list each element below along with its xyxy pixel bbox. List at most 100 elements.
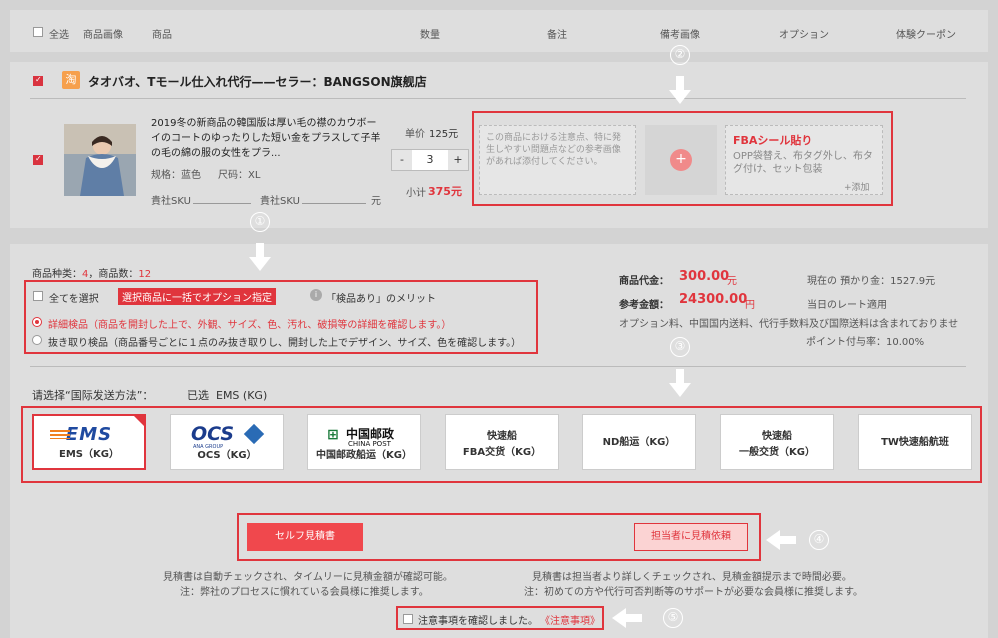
shipping-nd[interactable]: ND船运（KG） — [582, 414, 696, 470]
select-all-products-checkbox[interactable] — [33, 291, 43, 301]
arrow-3-stem — [676, 369, 684, 383]
goods-price-unit: 元 — [727, 276, 737, 287]
arrow-3-head — [669, 383, 691, 397]
sku-input-1[interactable] — [193, 203, 251, 204]
select-all-products-label[interactable]: 全てを選択 — [49, 290, 99, 305]
arrow-4-head — [766, 530, 780, 550]
sample-inspection-radio[interactable] — [32, 335, 42, 345]
fast-general-text: 快速船 一般交货（KG） — [721, 429, 833, 461]
qty-plus-button[interactable]: + — [448, 150, 468, 170]
goods-price: 300.00 — [679, 269, 730, 284]
staff-quote-button[interactable]: 担当者に見積依頼 — [634, 523, 748, 551]
header-qty: 数量 — [420, 30, 440, 41]
ems-label: EMS（KG） — [59, 449, 119, 460]
header-select-all: 全选 — [49, 30, 69, 41]
arrow-5-stem — [626, 614, 642, 622]
sample-inspection-label[interactable]: 抜き取り検品（商品番号ごとに１点のみ抜き取りし、開封した上でデザイン、サイズ、色… — [48, 334, 521, 349]
subtotal-label: 小计 — [406, 188, 426, 199]
shipping-ems[interactable]: EMS EMS（KG） — [32, 414, 146, 470]
option-title: FBAシール貼り — [733, 134, 813, 147]
nd-line1: ND船运（KG） — [602, 437, 676, 448]
deposit-info: 現在の 預かり金：1527.9元 — [807, 276, 936, 287]
taobao-icon: 淘 — [62, 71, 80, 89]
ref-amount-label: 参考金額： — [619, 300, 669, 311]
qty-value[interactable]: 3 — [412, 150, 448, 170]
header-coupon: 体験クーポン — [896, 30, 956, 41]
marker-3: ③ — [670, 337, 690, 357]
kinds-label: 商品种类： — [32, 269, 82, 280]
store-divider — [30, 98, 966, 99]
rate-note: 当日のレート適用 — [807, 300, 887, 311]
sku-yen: 元 — [371, 196, 381, 207]
points-rate: ポイント付与率：10.00% — [806, 337, 925, 348]
shipping-fast-fba[interactable]: 快速船 FBA交货（KG） — [445, 414, 559, 470]
product-title[interactable]: 2019冬の新商品の韓国版は厚い毛の襟のカウボーイのコートのゆったりした短い金を… — [151, 116, 386, 161]
header-product: 商品 — [152, 30, 172, 41]
china-post-icon: ⊞ — [327, 427, 339, 443]
tw-line1: TW快速船航班 — [881, 437, 949, 448]
shipping-china-post[interactable]: ⊞ 中国邮政 CHINA POST 中国邮政船运（KG） — [307, 414, 421, 470]
arrow-5-head — [612, 608, 626, 628]
staff-quote-note-2: 注：初めての方や代行可否判断等のサポートが必要な会員様に推奨します。 — [524, 587, 863, 598]
count-value: 12 — [138, 269, 152, 280]
option-add-link[interactable]: +添加 — [844, 180, 870, 193]
product-checkbox[interactable] — [33, 154, 43, 165]
unit-price: 125元 — [429, 129, 459, 140]
shipping-selected: 已选 EMS (KG) — [187, 389, 268, 402]
header-image: 商品画像 — [83, 30, 123, 41]
product-thumbnail[interactable] — [64, 124, 136, 196]
self-quote-note-2: 注：弊社のプロセスに慣れている会員様に推奨します。 — [180, 587, 429, 598]
self-quote-note-1: 見積書は自動チェックされ、タイムリーに見積金額が確認可能。 — [163, 572, 453, 583]
info-icon: i — [310, 289, 322, 301]
arrow-4-stem — [780, 536, 796, 544]
marker-5: ⑤ — [663, 608, 683, 628]
shipping-fast-general[interactable]: 快速船 一般交货（KG） — [720, 414, 834, 470]
store-checkbox[interactable] — [33, 75, 43, 86]
shipping-prompt: 请选择“国际发送方法”： — [32, 389, 154, 402]
subtotal-value: 375元 — [428, 185, 462, 198]
fee-note: オプション料、中国国内送料、代行手数料及び国際送料は含まれておりませ — [619, 319, 959, 330]
tw-text: TW快速船航班 — [859, 435, 971, 451]
arrow-2-head — [669, 90, 691, 104]
ref-amount-unit: 円 — [745, 300, 755, 311]
qty-stepper: - 3 + — [391, 149, 469, 171]
notes-link[interactable]: 《注意事項》 — [540, 612, 600, 627]
fast-fba-line1: 快速船 — [487, 431, 517, 442]
count-label: ，商品数： — [88, 269, 139, 280]
shipping-tw[interactable]: TW快速船航班 — [858, 414, 972, 470]
inspection-merit-link[interactable]: 「検品あり」のメリット — [326, 290, 436, 305]
arrow-1-stem — [256, 243, 264, 257]
add-image-icon[interactable]: + — [670, 149, 692, 171]
ems-logo-stripes — [50, 430, 70, 439]
detail-inspection-radio[interactable] — [32, 317, 42, 327]
marker-1: ① — [250, 212, 270, 232]
ref-amount: 24300.00 — [679, 292, 748, 307]
self-quote-button[interactable]: セルフ見積書 — [247, 523, 363, 551]
product-size: 尺码：XL — [218, 170, 261, 181]
unit-price-label: 单价 — [405, 129, 425, 140]
staff-quote-note-1: 見積書は担当者より詳しくチェックされ、見積金額提示まで時間必要。 — [532, 572, 852, 583]
sku-label-1: 貴社SKU — [151, 196, 191, 207]
confirm-label[interactable]: 注意事項を確認しました。 — [418, 612, 538, 627]
kinds-count: 商品种类：4，商品数：12 — [32, 265, 151, 280]
select-all-checkbox[interactable] — [33, 27, 43, 37]
sku-label-2: 貴社SKU — [260, 196, 300, 207]
header-option: オプション — [779, 30, 829, 41]
sku-input-2[interactable] — [302, 203, 366, 204]
shipping-ocs[interactable]: OCS ANA GROUP OCS（KG） — [170, 414, 284, 470]
product-color: 规格：蓝色 — [151, 170, 201, 181]
notes-textarea[interactable]: この商品における注意点、特に発生しやすい問題点などの参考画像があれば添付してくだ… — [479, 125, 636, 195]
detail-inspection-label[interactable]: 詳細検品（商品を開封した上で、外観、サイズ、色、汚れ、破損等の詳細を確認します。… — [48, 316, 451, 331]
store-name[interactable]: タオバオ、Tモール仕入れ代行——セラー：BANGSON旗舰店 — [88, 73, 427, 90]
ocs-cube-icon — [243, 423, 265, 445]
confirm-checkbox[interactable] — [403, 614, 413, 624]
image-upload-area[interactable]: + — [645, 125, 717, 195]
ocs-logo: OCS — [191, 423, 235, 445]
qty-minus-button[interactable]: - — [392, 150, 412, 170]
nd-text: ND船运（KG） — [583, 435, 695, 451]
summary-divider — [30, 366, 966, 367]
arrow-1-head — [249, 257, 271, 271]
bulk-option-button[interactable]: 選択商品に一括でオプション指定 — [118, 288, 276, 305]
header-notes-image: 備考画像 — [660, 30, 700, 41]
ocs-label: OCS（KG） — [197, 450, 257, 461]
